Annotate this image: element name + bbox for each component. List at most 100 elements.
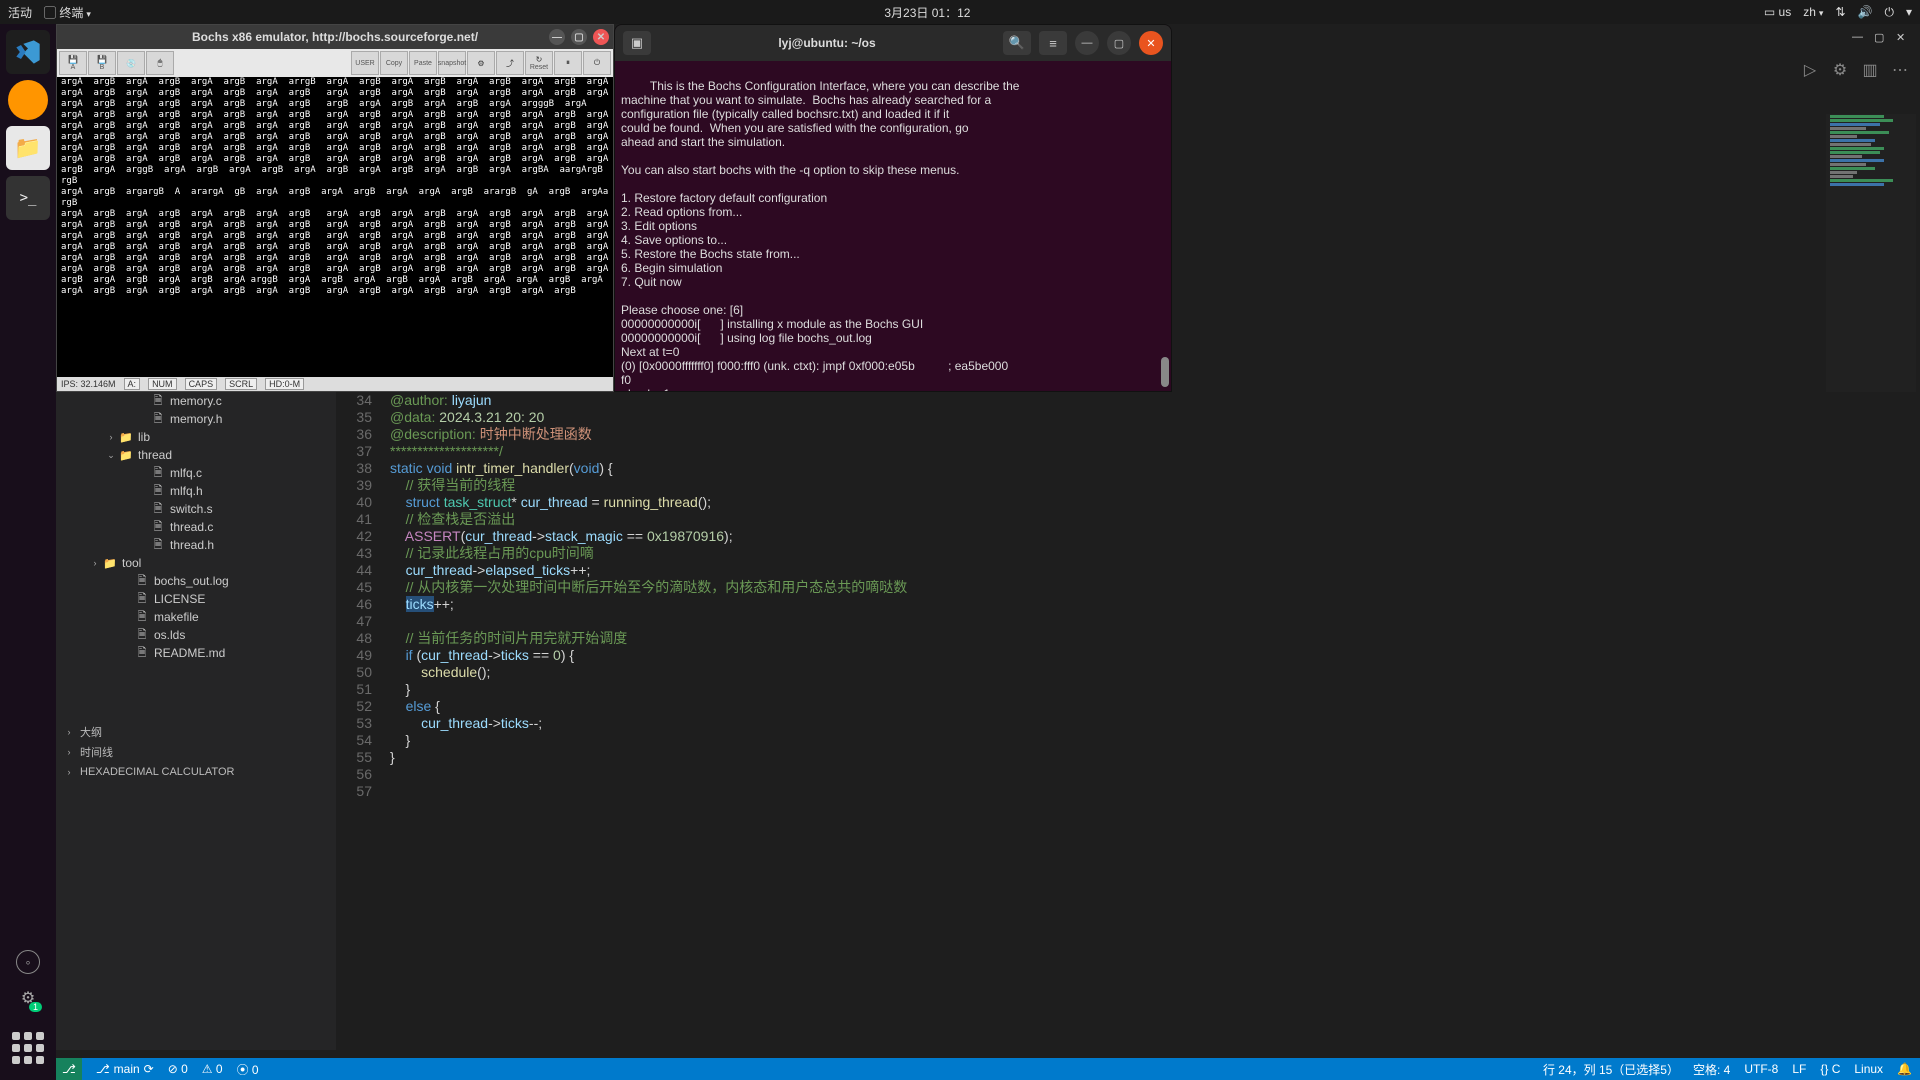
- dock-terminal[interactable]: >_: [6, 176, 50, 220]
- vscode-editor[interactable]: 3435363738394041424344454647484950515253…: [336, 392, 1920, 1050]
- editor-minimap[interactable]: [1826, 114, 1916, 394]
- terminal-close[interactable]: ✕: [1139, 31, 1163, 55]
- git-branch[interactable]: ⎇ main ⟳: [96, 1062, 154, 1076]
- terminal-search[interactable]: 🔍: [1003, 31, 1031, 55]
- bochs-titlebar[interactable]: Bochs x86 emulator, http://bochs.sourcef…: [57, 25, 613, 49]
- bochs-minimize[interactable]: —: [549, 29, 565, 45]
- file-makefile[interactable]: makefile: [56, 608, 336, 626]
- dock-user-icon[interactable]: ◦: [16, 950, 40, 974]
- bochs-paste[interactable]: Paste: [409, 51, 437, 75]
- bochs-upload[interactable]: ⤴: [496, 51, 524, 75]
- vscode-maximize[interactable]: ▢: [1874, 31, 1888, 45]
- problems-warnings[interactable]: ⚠ 0: [202, 1062, 223, 1076]
- tree-item-label: lib: [138, 430, 150, 444]
- keyboard-layout-2[interactable]: zh: [1803, 5, 1823, 19]
- system-menu-caret[interactable]: ▾: [1906, 5, 1912, 19]
- terminal-scrollbar-thumb[interactable]: [1161, 357, 1169, 387]
- bochs-hd: HD:0-M: [265, 378, 304, 390]
- editor-gutter: 3435363738394041424344454647484950515253…: [336, 392, 390, 800]
- folder-thread[interactable]: ⌄thread: [56, 446, 336, 464]
- bochs-user[interactable]: USER: [351, 51, 379, 75]
- panel-HEXADECIMAL CALCULATOR[interactable]: ›HEXADECIMAL CALCULATOR: [56, 762, 336, 782]
- bochs-statusbar: IPS: 32.146M A: NUM CAPS SCRL HD:0-M: [57, 377, 613, 391]
- terminal-title: lyj@ubuntu: ~/os: [659, 36, 995, 50]
- bochs-cdrom[interactable]: 💿: [117, 51, 145, 75]
- terminal-minimize[interactable]: —: [1075, 31, 1099, 55]
- cursor-position[interactable]: 行 24，列 15（已选择5）: [1543, 1061, 1679, 1078]
- terminal-new-tab[interactable]: ▣: [623, 31, 651, 55]
- bochs-ips: IPS: 32.146M: [61, 379, 116, 389]
- app-menu[interactable]: ▢ 终端: [44, 4, 91, 21]
- gnome-terminal-window: ▣ lyj@ubuntu: ~/os 🔍 ≡ — ▢ ✕ This is the…: [614, 24, 1172, 392]
- dock-settings-icon[interactable]: ⚙1: [16, 986, 40, 1010]
- file-thread-c[interactable]: thread.c: [56, 518, 336, 536]
- run-icon[interactable]: ▷: [1798, 58, 1822, 82]
- bochs-copy[interactable]: Copy: [380, 51, 408, 75]
- dock-files[interactable]: 📁: [6, 126, 50, 170]
- folder-tool[interactable]: ›tool: [56, 554, 336, 572]
- file-memory-c[interactable]: memory.c: [56, 392, 336, 410]
- tree-item-label: bochs_out.log: [154, 574, 229, 588]
- encoding[interactable]: UTF-8: [1744, 1062, 1778, 1076]
- folder-lib[interactable]: ›lib: [56, 428, 336, 446]
- terminal-maximize[interactable]: ▢: [1107, 31, 1131, 55]
- panel-时间线[interactable]: ›时间线: [56, 742, 336, 762]
- problems-errors[interactable]: ⊘ 0: [168, 1062, 188, 1076]
- split-icon[interactable]: ▥: [1858, 58, 1882, 82]
- dock-show-apps[interactable]: [6, 1026, 50, 1070]
- bochs-reset[interactable]: ↻Reset: [525, 51, 553, 75]
- tree-item-label: makefile: [154, 610, 199, 624]
- activities-button[interactable]: 活动: [8, 4, 32, 21]
- eol[interactable]: LF: [1792, 1062, 1806, 1076]
- notifications-bell[interactable]: 🔔: [1897, 1062, 1912, 1076]
- file-thread-h[interactable]: thread.h: [56, 536, 336, 554]
- file-README-md[interactable]: README.md: [56, 644, 336, 662]
- bochs-maximize[interactable]: ▢: [571, 29, 587, 45]
- os-indicator[interactable]: Linux: [1854, 1062, 1883, 1076]
- remote-indicator[interactable]: ⎇: [56, 1058, 82, 1080]
- bochs-snapshot[interactable]: snapshot: [438, 51, 466, 75]
- ports[interactable]: ⦿ 0: [237, 1061, 259, 1078]
- editor-code[interactable]: @author: liyajun@data: 2024.3.21 20: 20@…: [390, 392, 1920, 800]
- file-icon: [134, 572, 150, 591]
- settings-icon[interactable]: ⚙: [1828, 58, 1852, 82]
- tree-item-label: tool: [122, 556, 141, 570]
- vscode-close[interactable]: ✕: [1896, 31, 1910, 45]
- folder-icon: [102, 557, 118, 570]
- file-icon: [150, 536, 166, 555]
- bochs-power[interactable]: ⏻: [583, 51, 611, 75]
- file-switch-s[interactable]: switch.s: [56, 500, 336, 518]
- terminal-scrollbar[interactable]: [1161, 61, 1169, 391]
- bochs-floppy-a[interactable]: 💾A: [59, 51, 87, 75]
- language-mode[interactable]: {} C: [1820, 1062, 1840, 1076]
- dock-firefox[interactable]: [8, 80, 48, 120]
- terminal-text: This is the Bochs Configuration Interfac…: [621, 79, 1019, 392]
- network-icon[interactable]: ⇅: [1835, 5, 1845, 19]
- bochs-floppy-b[interactable]: 💾B: [88, 51, 116, 75]
- clock[interactable]: 3月23日 01：12: [91, 4, 1764, 21]
- file-memory-h[interactable]: memory.h: [56, 410, 336, 428]
- panel-大纲[interactable]: ›大纲: [56, 722, 336, 742]
- bochs-close[interactable]: ✕: [593, 29, 609, 45]
- dock-vscode[interactable]: [6, 30, 50, 74]
- file-LICENSE[interactable]: LICENSE: [56, 590, 336, 608]
- file-bochs_out-log[interactable]: bochs_out.log: [56, 572, 336, 590]
- gnome-terminal-titlebar[interactable]: ▣ lyj@ubuntu: ~/os 🔍 ≡ — ▢ ✕: [615, 25, 1171, 61]
- bochs-suspend[interactable]: ⏸: [554, 51, 582, 75]
- bochs-caps: CAPS: [185, 378, 218, 390]
- keyboard-layout-1[interactable]: ▭ us: [1764, 5, 1791, 19]
- bochs-mouse[interactable]: 🖱: [146, 51, 174, 75]
- indentation[interactable]: 空格: 4: [1693, 1061, 1730, 1078]
- terminal-body[interactable]: This is the Bochs Configuration Interfac…: [615, 61, 1171, 391]
- vscode-minimize[interactable]: —: [1852, 31, 1866, 45]
- power-icon[interactable]: ⏻: [1884, 5, 1894, 20]
- more-icon[interactable]: ⋯: [1888, 58, 1912, 82]
- file-os-lds[interactable]: os.lds: [56, 626, 336, 644]
- terminal-menu[interactable]: ≡: [1039, 31, 1067, 55]
- settings-badge: 1: [29, 1002, 42, 1012]
- tree-item-label: mlfq.c: [170, 466, 202, 480]
- file-mlfq-c[interactable]: mlfq.c: [56, 464, 336, 482]
- bochs-config[interactable]: ⚙: [467, 51, 495, 75]
- file-mlfq-h[interactable]: mlfq.h: [56, 482, 336, 500]
- volume-icon[interactable]: 🔊: [1858, 5, 1873, 19]
